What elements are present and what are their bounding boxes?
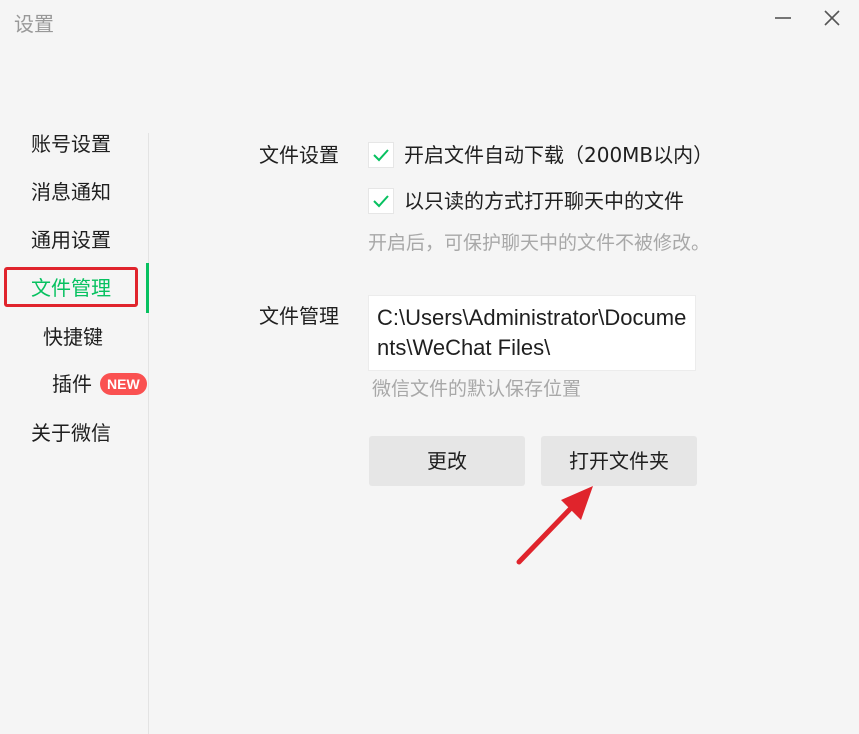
sidebar-item-notifications[interactable]: 消息通知	[0, 172, 150, 212]
sidebar-item-shortcuts[interactable]: 快捷键	[0, 317, 150, 357]
sidebar-item-general[interactable]: 通用设置	[0, 220, 150, 260]
close-icon	[824, 10, 840, 26]
active-indicator	[146, 263, 149, 313]
auto-download-checkbox[interactable]	[368, 142, 394, 168]
settings-window: 设置 账号设置 消息通知 通用设置 文件管理 快捷键 插件 NEW 关于微信 文…	[0, 0, 859, 734]
close-button[interactable]	[820, 6, 844, 30]
checkmark-icon	[373, 149, 389, 162]
sidebar-item-account[interactable]: 账号设置	[0, 124, 150, 164]
sidebar-item-label: 关于微信	[31, 421, 111, 445]
settings-sidebar: 账号设置 消息通知 通用设置 文件管理 快捷键 插件 NEW 关于微信	[0, 0, 150, 734]
minimize-button[interactable]	[771, 6, 795, 30]
file-management-label: 文件管理	[259, 304, 339, 328]
sidebar-item-label: 插件	[52, 372, 92, 396]
sidebar-item-label: 快捷键	[43, 325, 103, 349]
auto-download-label: 开启文件自动下载（200MB以内）	[404, 143, 714, 167]
sidebar-item-about[interactable]: 关于微信	[0, 413, 150, 453]
read-only-hint: 开启后，可保护聊天中的文件不被修改。	[368, 232, 711, 254]
arrow-icon	[516, 486, 593, 565]
sidebar-item-label: 通用设置	[31, 228, 111, 252]
auto-download-option[interactable]: 开启文件自动下载（200MB以内）	[368, 140, 748, 170]
read-only-label: 以只读的方式打开聊天中的文件	[404, 189, 684, 213]
open-folder-button[interactable]: 打开文件夹	[541, 436, 697, 486]
annotation-highlight-box	[4, 267, 138, 307]
read-only-checkbox[interactable]	[368, 188, 394, 214]
checkmark-icon	[373, 195, 389, 208]
read-only-option[interactable]: 以只读的方式打开聊天中的文件	[368, 186, 728, 216]
sidebar-item-label: 账号设置	[31, 132, 111, 156]
change-button[interactable]: 更改	[369, 436, 525, 486]
file-path-hint: 微信文件的默认保存位置	[372, 378, 582, 400]
file-settings-label: 文件设置	[259, 143, 339, 167]
new-badge: NEW	[100, 373, 147, 395]
sidebar-item-label: 消息通知	[31, 180, 111, 204]
sidebar-divider	[148, 133, 149, 734]
minimize-icon	[775, 17, 791, 19]
file-path-field: C:\Users\Administrator\Documents\WeChat …	[368, 295, 696, 371]
